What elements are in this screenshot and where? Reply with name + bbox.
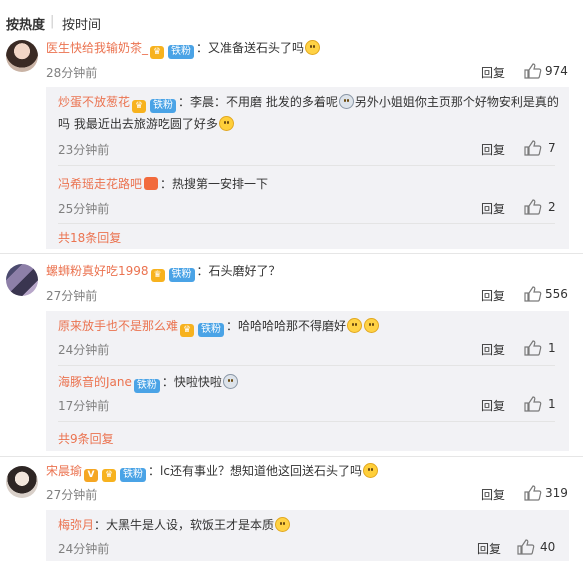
reply-username[interactable]: 原来放手也不是那么难: [58, 319, 178, 333]
thumbs-up-icon[interactable]: [524, 199, 542, 215]
reply-text: ：大黑牛是人设，软饭王才是本质: [94, 518, 275, 532]
reply-time: 24分钟前: [58, 542, 110, 556]
iron-fan-badge: 铁粉: [133, 379, 160, 393]
reply-button[interactable]: 回复: [481, 64, 505, 81]
cat-face-emoji-icon: [338, 94, 354, 109]
reply-button[interactable]: 回复: [481, 486, 505, 503]
iron-fan-badge: 铁粉: [120, 468, 147, 482]
reply-time: 24分钟前: [58, 343, 110, 357]
crab-badge-icon: [144, 177, 159, 190]
sort-separator: |: [50, 14, 55, 29]
comment-line: 医生快给我输奶茶_ ♛ 铁粉 ：又准备送石头了吗: [46, 40, 321, 59]
thumbs-up-icon[interactable]: [517, 539, 535, 555]
vip-badge-icon: ♛: [102, 469, 117, 482]
laughing-emoji-icon: [362, 463, 378, 478]
sort-bar: 按热度 | 按时间: [0, 0, 583, 40]
like-count: 1: [548, 341, 556, 355]
comment-divider: [0, 253, 583, 254]
thumbs-up-icon[interactable]: [524, 485, 542, 501]
avatar[interactable]: [6, 466, 38, 498]
comment-time: 27分钟前: [46, 289, 98, 303]
comment-username[interactable]: 医生快给我输奶茶_: [46, 41, 148, 55]
comment-text: ：又准备送石头了吗: [196, 41, 305, 55]
reply-divider: [58, 421, 555, 422]
comment-line: 螺蛳粉真好吃1998 ♛ 铁粉 ：石头磨好了？: [46, 263, 281, 282]
sort-by-hot-tab[interactable]: 按热度: [6, 14, 45, 33]
reply-line: 梅弥月：大黑牛是人设，软饭王才是本质: [58, 514, 563, 536]
cute-face-emoji-icon: [305, 40, 321, 55]
reply-line: 海豚音的Jane 铁粉 ：快啦快啦: [58, 371, 563, 393]
reply-text: ：热搜第一安排一下: [160, 177, 269, 191]
reply-button[interactable]: 回复: [481, 287, 505, 304]
like-count: 556: [545, 287, 568, 301]
reply-button[interactable]: 回复: [477, 540, 501, 557]
like-count: 2: [548, 200, 556, 214]
reply-divider: [58, 165, 555, 166]
comment-text: ：石头磨好了？: [196, 264, 281, 278]
comment-feed: 按热度 | 按时间 医生快给我输奶茶_ ♛ 铁粉 ：又准备送石头了吗 28分钟前 回复…: [0, 0, 583, 561]
cute-face-emoji-icon: [347, 318, 363, 333]
view-more-replies-link[interactable]: 共18条回复: [58, 229, 121, 246]
reply-line: 炒蛋不放葱花 ♛ 铁粉 ：李晨：不用磨 批发的多着呢 另外小姐姐你主页那个好物安利是真的…: [58, 91, 563, 135]
reply-button[interactable]: 回复: [481, 200, 505, 217]
vip-badge-icon: ♛: [132, 100, 147, 113]
comment-time: 28分钟前: [46, 66, 98, 80]
view-more-replies-link[interactable]: 共9条回复: [58, 430, 114, 447]
sweat-smile-emoji-icon: [218, 116, 234, 131]
reply-thread: 梅弥月：大黑牛是人设，软饭王才是本质 24分钟前 回复 40: [46, 510, 569, 561]
comment-line: 宋晨瑜 V ♛ 铁粉 ：lc还有事业？想知道他这回送石头了吗: [46, 463, 379, 482]
iron-fan-badge: 铁粉: [198, 323, 225, 337]
thumbs-up-icon[interactable]: [524, 140, 542, 156]
reply-thread: 炒蛋不放葱花 ♛ 铁粉 ：李晨：不用磨 批发的多着呢 另外小姐姐你主页那个好物安利是真的…: [46, 87, 569, 249]
like-count: 40: [540, 540, 556, 554]
like-count: 1: [548, 397, 556, 411]
reply-username[interactable]: 海豚音的Jane: [58, 375, 132, 389]
iron-fan-badge: 铁粉: [168, 268, 195, 282]
reply-button[interactable]: 回复: [481, 397, 505, 414]
comment-time: 27分钟前: [46, 488, 98, 502]
reply-text: ：快啦快啦: [161, 375, 222, 389]
cat-face-emoji-icon: [222, 374, 238, 389]
thumbs-up-icon[interactable]: [524, 286, 542, 302]
reply-username[interactable]: 梅弥月: [58, 518, 94, 532]
thinking-emoji-icon: [275, 517, 291, 532]
avatar[interactable]: [6, 40, 38, 72]
vip-badge-icon: ♛: [150, 46, 165, 59]
verified-v-icon: V: [84, 469, 99, 482]
like-count: 319: [545, 486, 568, 500]
reply-divider: [58, 223, 555, 224]
avatar[interactable]: [6, 264, 38, 296]
reply-text: ：李晨：不用磨 批发的多着呢: [178, 95, 338, 109]
iron-fan-badge: 铁粉: [168, 45, 195, 59]
reply-divider: [58, 365, 555, 366]
reply-line: 冯希瑶走花路吧 ：热搜第一安排一下: [58, 173, 563, 195]
comment-text: ：lc还有事业？想知道他这回送石头了吗: [148, 464, 362, 478]
thumbs-up-icon[interactable]: [524, 63, 542, 79]
reply-time: 23分钟前: [58, 143, 110, 157]
reply-username[interactable]: 炒蛋不放葱花: [58, 95, 130, 109]
reply-text: ：哈哈哈哈那不得磨好: [226, 319, 347, 333]
iron-fan-badge: 铁粉: [150, 99, 177, 113]
comment-username[interactable]: 宋晨瑜: [46, 464, 82, 478]
reply-button[interactable]: 回复: [481, 141, 505, 158]
reply-button[interactable]: 回复: [481, 341, 505, 358]
vip-badge-icon: ♛: [180, 324, 195, 337]
reply-username[interactable]: 冯希瑶走花路吧: [58, 177, 142, 191]
like-count: 974: [545, 64, 568, 78]
thumbs-up-icon[interactable]: [524, 340, 542, 356]
thumbs-up-icon[interactable]: [524, 396, 542, 412]
comment-username[interactable]: 螺蛳粉真好吃1998: [46, 264, 149, 278]
vip-badge-icon: ♛: [150, 269, 165, 282]
reply-time: 25分钟前: [58, 202, 110, 216]
like-count: 7: [548, 141, 556, 155]
reply-time: 17分钟前: [58, 399, 110, 413]
reply-line: 原来放手也不是那么难 ♛ 铁粉 ：哈哈哈哈那不得磨好: [58, 315, 563, 337]
reply-thread: 原来放手也不是那么难 ♛ 铁粉 ：哈哈哈哈那不得磨好 24分钟前 回复 1 海豚音的J…: [46, 311, 569, 451]
cute-face-emoji-icon: [364, 318, 380, 333]
sort-by-time-tab[interactable]: 按时间: [62, 14, 101, 33]
comment-divider: [0, 456, 583, 457]
